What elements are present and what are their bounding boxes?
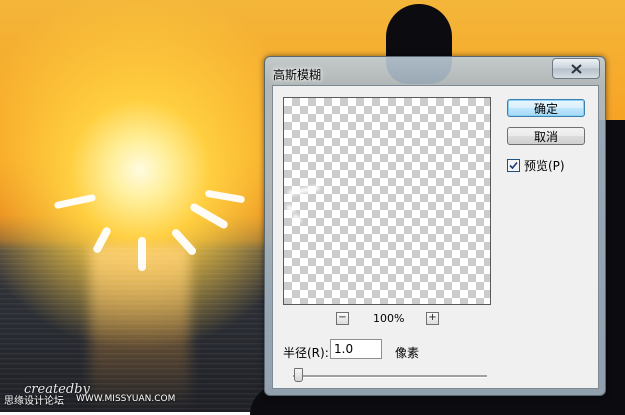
- dialog-content: − 100% + 确定 取消 预览(P) 半径(R): 像素: [272, 85, 599, 389]
- preview-checkbox-label: 预览(P): [524, 159, 565, 173]
- preview-blurred-stroke: [287, 185, 321, 196]
- dialog-title: 高斯模糊: [273, 68, 322, 82]
- watermark: 思缘设计论坛 createdby WWW.MISSYUAN.COM: [4, 382, 175, 407]
- preview-checkbox-row[interactable]: 预览(P): [507, 157, 565, 174]
- close-x-icon: [570, 63, 582, 74]
- radius-slider-thumb[interactable]: [294, 368, 303, 382]
- dialog-titlebar[interactable]: 高斯模糊: [265, 57, 605, 85]
- checkmark-icon: [509, 161, 518, 170]
- zoom-out-button[interactable]: −: [336, 312, 349, 325]
- radius-unit-label: 像素: [395, 346, 420, 360]
- watermark-cn-text: 思缘设计论坛: [4, 396, 64, 407]
- preview-canvas[interactable]: [283, 97, 491, 305]
- zoom-in-button[interactable]: +: [426, 312, 439, 325]
- zoom-level: 100%: [373, 312, 405, 325]
- radius-label: 半径(R):: [283, 346, 329, 360]
- close-button[interactable]: [552, 58, 600, 79]
- watermark-url-text: WWW.MISSYUAN.COM: [76, 394, 176, 404]
- gaussian-blur-dialog: 高斯模糊 − 100% + 确定 取消 预览(P) 半径(R): 1.0 像素: [264, 56, 606, 396]
- radius-input[interactable]: [330, 339, 382, 359]
- sun-ray: [138, 237, 146, 271]
- preview-checkbox[interactable]: [507, 159, 520, 172]
- radius-slider-track[interactable]: [293, 375, 487, 378]
- preview-blurred-stroke: [291, 213, 303, 224]
- preview-blurred-stroke: [285, 204, 297, 213]
- ok-button[interactable]: 确定: [507, 99, 585, 117]
- cancel-button[interactable]: 取消: [507, 127, 585, 145]
